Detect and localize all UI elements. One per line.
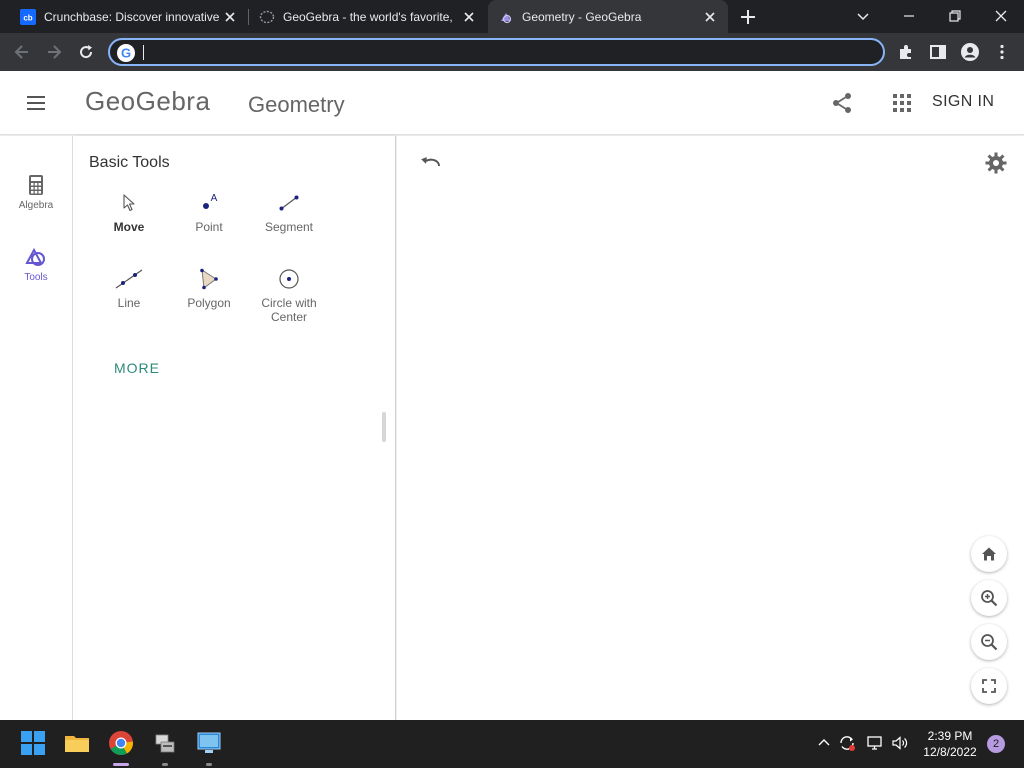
tools-shapes-icon <box>25 247 45 266</box>
home-icon <box>982 547 996 561</box>
tool-point[interactable]: A Point <box>169 188 249 234</box>
tool-move[interactable]: Move <box>89 188 169 234</box>
panel-resize-handle[interactable] <box>382 412 386 442</box>
network-monitor-icon[interactable] <box>866 734 884 752</box>
taskbar-clock[interactable]: 2:39 PM 12/8/2022 <box>918 728 982 760</box>
geogebra-logo[interactable]: GeoGebra <box>85 86 210 117</box>
address-input[interactable] <box>142 42 842 62</box>
geogebra-geometry-icon <box>501 12 512 23</box>
zoom-out-button[interactable] <box>971 624 1007 660</box>
undo-icon[interactable] <box>419 152 443 176</box>
fullscreen-button[interactable] <box>971 668 1007 704</box>
left-navigation-rail: Algebra Tools <box>0 136 72 720</box>
tool-polygon[interactable]: Polygon <box>169 264 249 310</box>
settings-gear-icon[interactable] <box>984 151 1008 175</box>
text-caret <box>143 45 144 60</box>
windows-taskbar: 2:39 PM 12/8/2022 2 <box>0 720 1024 768</box>
remote-desktop-icon[interactable] <box>196 730 222 756</box>
clock-time: 2:39 PM <box>927 729 973 743</box>
panel-title: Basic Tools <box>89 154 170 171</box>
rail-item-tools[interactable]: Tools <box>0 246 72 306</box>
move-cursor-icon <box>123 194 135 212</box>
running-app-indicator <box>162 763 168 766</box>
point-letter: A <box>211 193 218 204</box>
tab-crunchbase[interactable]: cb Crunchbase: Discover innovative <box>0 0 248 33</box>
tool-line[interactable]: Line <box>89 264 169 310</box>
address-bar[interactable]: G <box>108 38 885 66</box>
share-icon[interactable] <box>830 91 854 115</box>
home-view-button[interactable] <box>971 536 1007 572</box>
app-title: Geometry <box>248 92 345 117</box>
profile-avatar-icon[interactable] <box>960 42 980 62</box>
notification-badge[interactable]: 2 <box>987 735 1005 753</box>
tool-label: Move <box>113 220 145 234</box>
volume-speaker-icon[interactable] <box>891 734 909 752</box>
show-hidden-icons-chevron-icon[interactable] <box>815 734 833 752</box>
network-drive-icon[interactable] <box>152 730 178 756</box>
tool-label-line-1: Circle with <box>261 296 317 310</box>
point-icon: A <box>203 193 218 209</box>
tool-segment[interactable]: Segment <box>249 188 329 234</box>
tool-label: Polygon <box>187 296 231 310</box>
browser-toolbar: G <box>0 33 1024 71</box>
polygon-icon <box>200 268 218 290</box>
google-icon: G <box>117 44 135 62</box>
active-app-indicator <box>113 763 129 766</box>
minimize-icon[interactable] <box>899 6 919 26</box>
rail-label-algebra: Algebra <box>18 200 54 211</box>
tab-title: GeoGebra - the world's favorite, <box>283 9 453 24</box>
tool-label: Segment <box>264 220 314 234</box>
hamburger-menu-icon[interactable] <box>24 91 48 115</box>
tools-panel: Basic Tools Move A Point Segment Line Po… <box>72 136 396 720</box>
windows-start-icon[interactable] <box>20 730 46 756</box>
sync-status-icon[interactable] <box>838 734 856 752</box>
zoom-in-button[interactable] <box>971 580 1007 616</box>
zoom-in-icon <box>981 590 998 607</box>
sign-in-button[interactable]: SIGN IN <box>932 93 994 111</box>
restore-icon[interactable] <box>945 6 965 26</box>
crunchbase-icon: cb <box>20 8 36 25</box>
chrome-icon[interactable] <box>108 730 134 756</box>
new-tab-icon[interactable] <box>738 7 758 27</box>
side-panel-icon[interactable] <box>928 42 948 62</box>
close-window-icon[interactable] <box>991 6 1011 26</box>
forward-arrow-icon[interactable] <box>44 42 64 62</box>
tab-geogebra-home[interactable]: GeoGebra - the world's favorite, <box>249 0 487 33</box>
file-explorer-icon[interactable] <box>64 730 90 756</box>
extensions-puzzle-icon[interactable] <box>896 42 916 62</box>
more-tools-button[interactable]: MORE <box>114 360 160 376</box>
tab-title: Crunchbase: Discover innovative <box>44 9 220 24</box>
circle-center-icon <box>279 269 299 289</box>
tab-title: Geometry - GeoGebra <box>522 9 642 24</box>
tool-label: Point <box>195 220 223 234</box>
tab-close-icon[interactable] <box>700 7 720 27</box>
calculator-icon <box>29 175 43 195</box>
back-arrow-icon[interactable] <box>12 42 32 62</box>
rail-label-tools: Tools <box>24 272 48 283</box>
svg-text:cb: cb <box>23 13 32 22</box>
graphics-view[interactable] <box>397 136 1024 720</box>
rail-item-algebra[interactable]: Algebra <box>0 174 72 234</box>
tool-label-line-2: Center <box>270 310 308 324</box>
browser-tab-strip: cb Crunchbase: Discover innovative GeoGe… <box>0 0 1024 33</box>
line-icon <box>115 269 143 289</box>
segment-icon <box>279 195 299 211</box>
reload-icon[interactable] <box>76 42 96 62</box>
tab-close-icon[interactable] <box>459 7 479 27</box>
tab-search-chevron-icon[interactable] <box>853 6 873 26</box>
tool-circle-with-center[interactable]: Circle with Center <box>249 264 329 324</box>
running-app-indicator <box>206 763 212 766</box>
svg-text:G: G <box>121 46 131 61</box>
tab-geometry-geogebra[interactable]: Geometry - GeoGebra <box>488 0 728 33</box>
tool-label: Line <box>117 296 141 310</box>
zoom-out-icon <box>981 634 998 651</box>
fullscreen-icon <box>982 679 996 693</box>
apps-grid-icon[interactable] <box>890 91 914 115</box>
geogebra-circle-icon <box>259 10 275 23</box>
app-header: GeoGebra Geometry SIGN IN <box>0 71 1024 135</box>
tab-close-icon[interactable] <box>220 7 240 27</box>
kebab-menu-icon[interactable] <box>992 42 1012 62</box>
clock-date: 12/8/2022 <box>923 745 977 759</box>
